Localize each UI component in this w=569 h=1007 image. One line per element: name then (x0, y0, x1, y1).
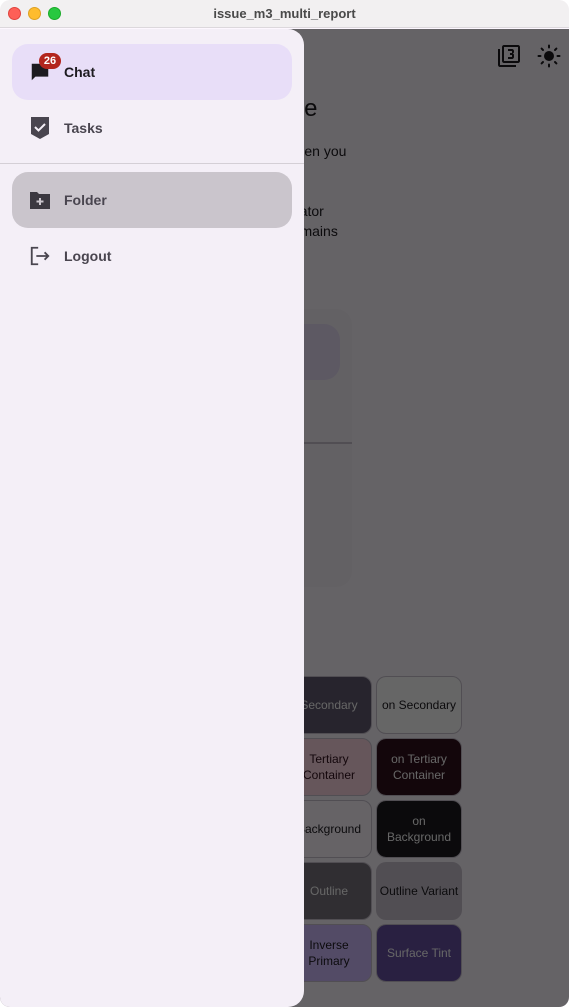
close-window-button[interactable] (8, 7, 21, 20)
drawer-item-tasks[interactable]: Tasks (12, 100, 292, 156)
drawer-item-chat[interactable]: 26 Chat (12, 44, 292, 100)
title-bar: issue_m3_multi_report (0, 0, 569, 28)
drawer-item-label: Chat (64, 64, 96, 80)
unread-badge: 26 (39, 53, 61, 69)
window-title: issue_m3_multi_report (213, 6, 356, 21)
drawer-item-label: Logout (64, 248, 112, 264)
drawer-item-folder[interactable]: Folder (12, 172, 292, 228)
minimize-window-button[interactable] (28, 7, 41, 20)
navigation-drawer: 26 Chat Tasks Folder Logout (0, 29, 304, 1007)
maximize-window-button[interactable] (48, 7, 61, 20)
drawer-divider (0, 163, 304, 164)
tasks-icon (31, 117, 49, 139)
create-new-folder-icon (30, 192, 50, 209)
app-window: issue_m3_multi_report Indicator Shape In… (0, 0, 569, 1007)
drawer-item-label: Tasks (64, 120, 103, 136)
drawer-item-logout[interactable]: Logout (12, 228, 292, 284)
logout-icon (30, 246, 50, 266)
drawer-item-label: Folder (64, 192, 107, 208)
